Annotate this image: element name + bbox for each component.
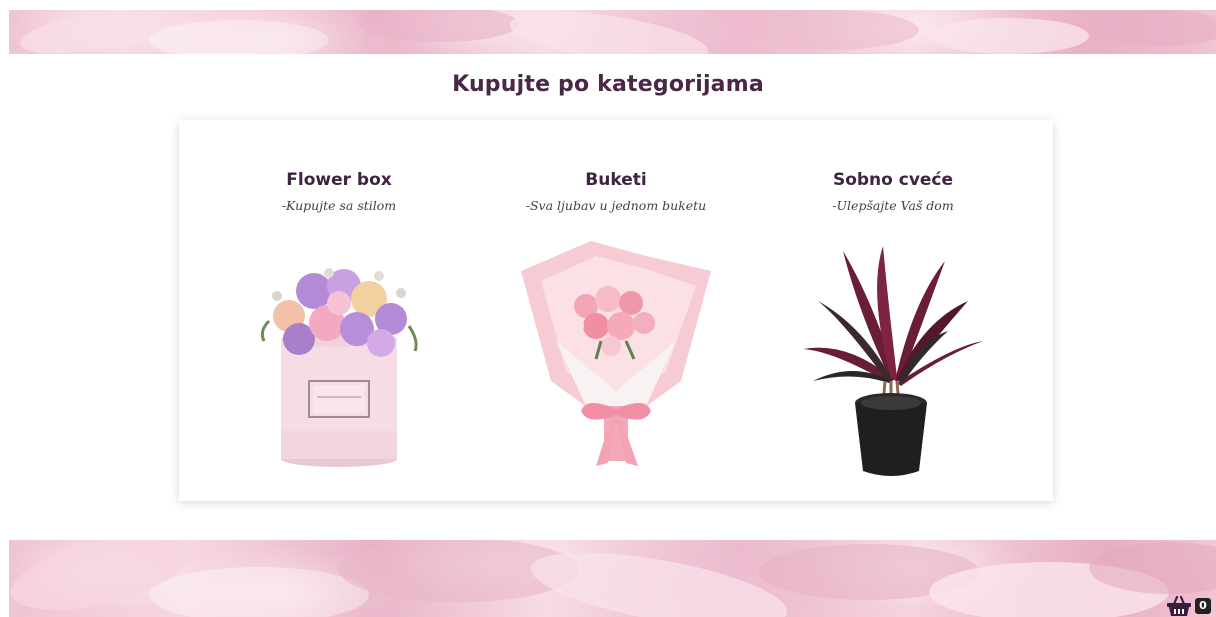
category-flower-box[interactable]: Flower box -Kupujte sa stilom [219,120,459,501]
basket-icon [1167,595,1191,616]
flower-box-image[interactable] [219,231,459,481]
cart-button[interactable]: 0 [1166,595,1211,617]
category-indoor-plants[interactable]: Sobno cveće -Ulepšajte Vaš dom [773,120,1013,501]
category-bouquets[interactable]: Buketi -Sva ljubav u jednom buketu [496,120,736,501]
potted-plant-image[interactable] [773,231,1013,481]
bouquet-image[interactable] [496,231,736,481]
category-tagline: -Sva ljubav u jednom buketu [525,198,707,213]
bottom-petal-banner [9,540,1216,617]
category-title: Buketi [585,170,647,190]
cart-count-badge: 0 [1195,598,1211,614]
top-petal-banner [9,10,1216,54]
categories-card: Flower box -Kupujte sa stilom Buketi -Sv… [179,120,1053,501]
category-title: Sobno cveće [832,170,954,190]
page: Kupujte po kategorijama Flower box -Kupu… [0,0,1216,617]
category-tagline: -Kupujte sa stilom [281,198,397,213]
category-tagline: -Ulepšajte Vaš dom [832,198,954,213]
category-title: Flower box [286,170,392,190]
section-title: Kupujte po kategorijama [452,72,764,97]
